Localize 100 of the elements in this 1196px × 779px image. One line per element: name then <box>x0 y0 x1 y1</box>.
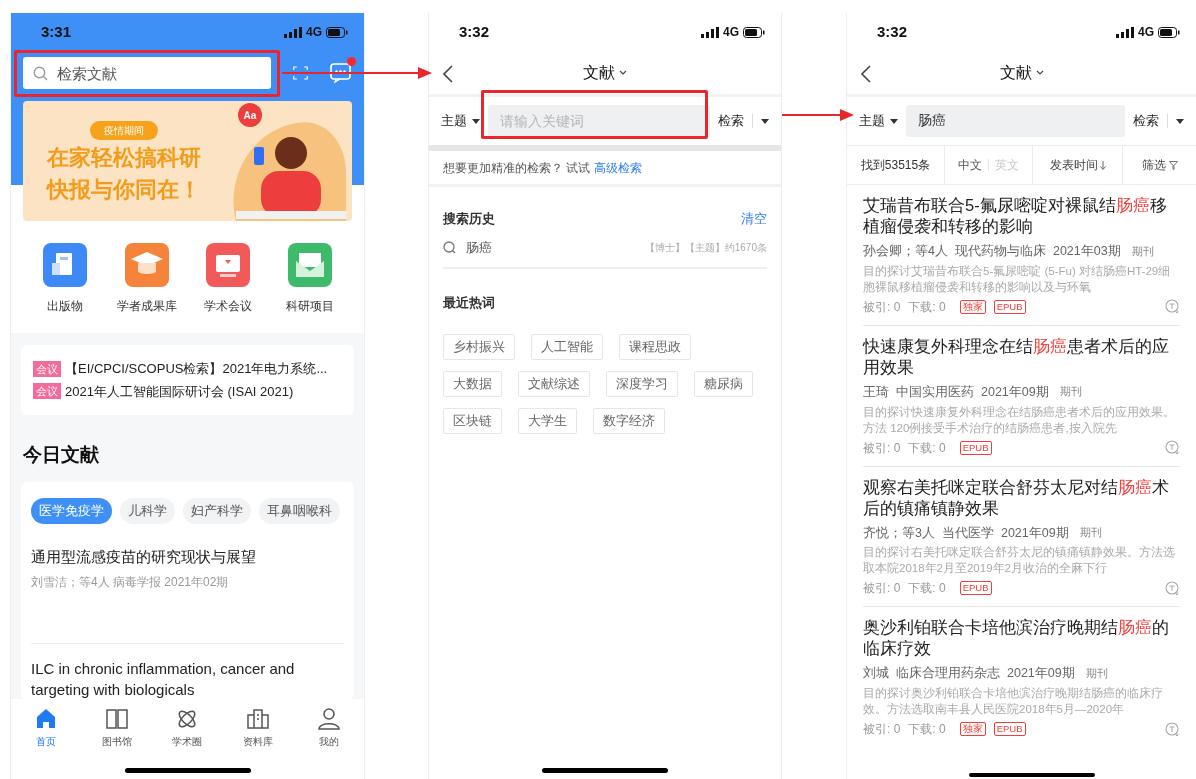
result-type: 期刊 <box>1130 243 1154 259</box>
clear-button[interactable]: 清空 <box>741 209 767 229</box>
article-title[interactable]: ILC in chronic inflammation, cancer and targeting with biologicals <box>31 657 344 700</box>
result-badge: EPUB <box>993 722 1026 736</box>
category-tab[interactable]: 耳鼻咽喉科 <box>259 497 340 524</box>
shortcut-item[interactable]: 科研项目 <box>273 243 346 315</box>
search-button[interactable]: 检索 <box>1133 111 1159 131</box>
download-count: 下载: 0 <box>908 439 947 457</box>
result-type: 期刊 <box>1084 665 1108 681</box>
hot-word-tag[interactable]: 大数据 <box>443 371 502 397</box>
result-abstract: 目的探讨右美托咪定联合舒芬太尼的镇痛镇静效果。方法选取本院2018年2月至2019年2月收治的全麻下行 <box>863 545 1176 577</box>
language-tab[interactable]: 中文 <box>958 156 982 174</box>
envelope-icon <box>287 243 332 287</box>
cite-icon[interactable] <box>1165 721 1180 737</box>
advanced-search-link[interactable]: 高级检索 <box>594 158 643 177</box>
sort-button[interactable]: 发表时间 <box>1033 146 1123 184</box>
search-field[interactable]: 请输入关键词 <box>488 105 710 137</box>
hot-word-tag[interactable]: 糖尿病 <box>694 371 753 397</box>
result-badge: 独家 <box>959 722 986 736</box>
search-icon <box>443 241 456 254</box>
document-icon <box>43 243 87 287</box>
aa-badge: Aa <box>238 103 262 127</box>
cited-count: 被引: 0 <box>863 580 901 598</box>
hot-word-tag[interactable]: 文献综述 <box>518 371 590 397</box>
search-field[interactable]: 检索文献 <box>23 57 271 89</box>
caret-icon[interactable] <box>1176 118 1184 124</box>
banner-tag: 疫情期间 <box>90 121 158 140</box>
result-title[interactable]: 观察右美托咪定联合舒芬太尼对结肠癌术后的镇痛镇静效果 <box>863 476 1180 519</box>
result-title[interactable]: 奥沙利铂联合卡培他滨治疗晚期结肠癌的临床疗效 <box>863 617 1180 660</box>
result-authors: 齐悦；等3人 <box>863 524 935 542</box>
message-icon[interactable] <box>330 63 352 83</box>
result-badge: EPUB <box>959 581 992 596</box>
hot-word-tag[interactable]: 深度学习 <box>606 371 678 397</box>
tab-bar-item[interactable]: 图书馆 <box>91 707 142 751</box>
result-issue: 2021年03期 <box>1052 243 1121 260</box>
hot-word-tag[interactable]: 人工智能 <box>531 334 603 360</box>
filter-button[interactable]: 筛选 <box>1123 146 1196 184</box>
field-selector[interactable]: 主题 <box>441 111 480 131</box>
cited-count: 被引: 0 <box>863 439 901 457</box>
section-title: 最近热词 <box>443 293 496 312</box>
result-journal: 中国实用医药 <box>896 383 974 401</box>
notice-text[interactable]: 2021年人工智能国际研讨会 (ISAI 2021) <box>65 381 294 401</box>
tab-bar-item[interactable]: 我的 <box>303 707 354 751</box>
result-authors: 刘城 <box>863 665 889 683</box>
result-badge: EPUB <box>993 299 1026 314</box>
result-badge: 独家 <box>959 299 986 314</box>
notice-text[interactable]: 【EI/CPCI/SCOPUS检索】2021年电力系统... <box>65 359 328 379</box>
result-authors: 孙会卿；等4人 <box>863 243 948 260</box>
cite-icon[interactable] <box>1165 440 1180 455</box>
history-keyword: 肠癌 <box>466 238 492 257</box>
hot-word-tag[interactable]: 乡村振兴 <box>443 334 515 360</box>
hot-word-tag[interactable]: 课程思政 <box>619 334 691 360</box>
download-count: 下载: 0 <box>908 580 947 598</box>
cite-icon[interactable] <box>1165 580 1180 596</box>
tab-bar-item[interactable]: 首页 <box>21 707 72 751</box>
result-abstract: 目的探讨奥沙利铂联合卡培他滨治疗晚期结肠癌的临床疗效。方法选取南丰县人民医院2018年5月—2020年 <box>863 686 1164 717</box>
tab-bar-item[interactable]: 学术圈 <box>162 707 213 751</box>
cite-icon[interactable] <box>1165 299 1180 315</box>
caret-icon[interactable] <box>761 118 769 124</box>
download-count: 下载: 0 <box>908 298 947 316</box>
banner-headline: 快报与你同在！ <box>47 176 201 204</box>
section-title: 今日文献 <box>22 443 100 467</box>
network-label: 4G <box>723 24 739 41</box>
banner-headline: 在家轻松搞科研 <box>47 144 201 172</box>
search-button[interactable]: 检索 <box>718 111 744 131</box>
category-tab[interactable]: 妇产科学 <box>183 497 251 524</box>
building-icon <box>246 707 271 731</box>
battery-icon <box>326 26 348 38</box>
category-tab[interactable]: 儿科学 <box>120 497 175 524</box>
history-item[interactable]: 肠癌 【博士】【主题】约1670条 <box>443 228 767 269</box>
history-info: 【博士】【主题】约1670条 <box>644 241 767 255</box>
field-selector[interactable]: 主题 <box>859 111 898 131</box>
arrow <box>782 108 854 122</box>
hot-word-tag[interactable]: 数字经济 <box>593 408 665 434</box>
search-field[interactable]: 肠癌 <box>906 105 1125 137</box>
back-icon[interactable] <box>861 65 871 83</box>
article-title[interactable]: 通用型流感疫苗的研究现状与展望 <box>31 545 344 567</box>
result-title[interactable]: 快速康复外科理念在结肠癌患者术后的应用效果 <box>863 335 1180 378</box>
shortcut-item[interactable]: 出版物 <box>29 243 101 315</box>
battery-icon <box>743 26 765 38</box>
shortcut-item[interactable]: 学术会议 <box>192 243 265 315</box>
notice-tag: 会议 <box>33 383 61 400</box>
back-icon[interactable] <box>443 65 453 83</box>
monitor-icon <box>206 243 251 287</box>
caret-icon <box>472 118 480 124</box>
chevron-down-icon <box>1035 70 1044 75</box>
book-icon <box>104 707 129 731</box>
result-title[interactable]: 艾瑞昔布联合5-氟尿嘧啶对裸鼠结肠癌移植瘤侵袭和转移的影响 <box>863 195 1180 237</box>
shortcut-item[interactable]: 学者成果库 <box>110 243 183 315</box>
status-time: 3:32 <box>459 21 490 42</box>
tab-bar-item[interactable]: 资料库 <box>233 707 284 751</box>
result-journal: 当代医学 <box>941 524 994 542</box>
person-icon <box>316 707 341 731</box>
status-time: 3:31 <box>41 21 72 42</box>
hot-word-tag[interactable]: 区块链 <box>443 408 502 434</box>
nav-title[interactable]: 文献 <box>583 60 627 85</box>
result-count: 找到53515条 <box>847 146 945 184</box>
scan-icon[interactable] <box>293 63 308 83</box>
hot-word-tag[interactable]: 大学生 <box>518 408 577 434</box>
nav-title[interactable]: 文献 <box>999 60 1044 85</box>
